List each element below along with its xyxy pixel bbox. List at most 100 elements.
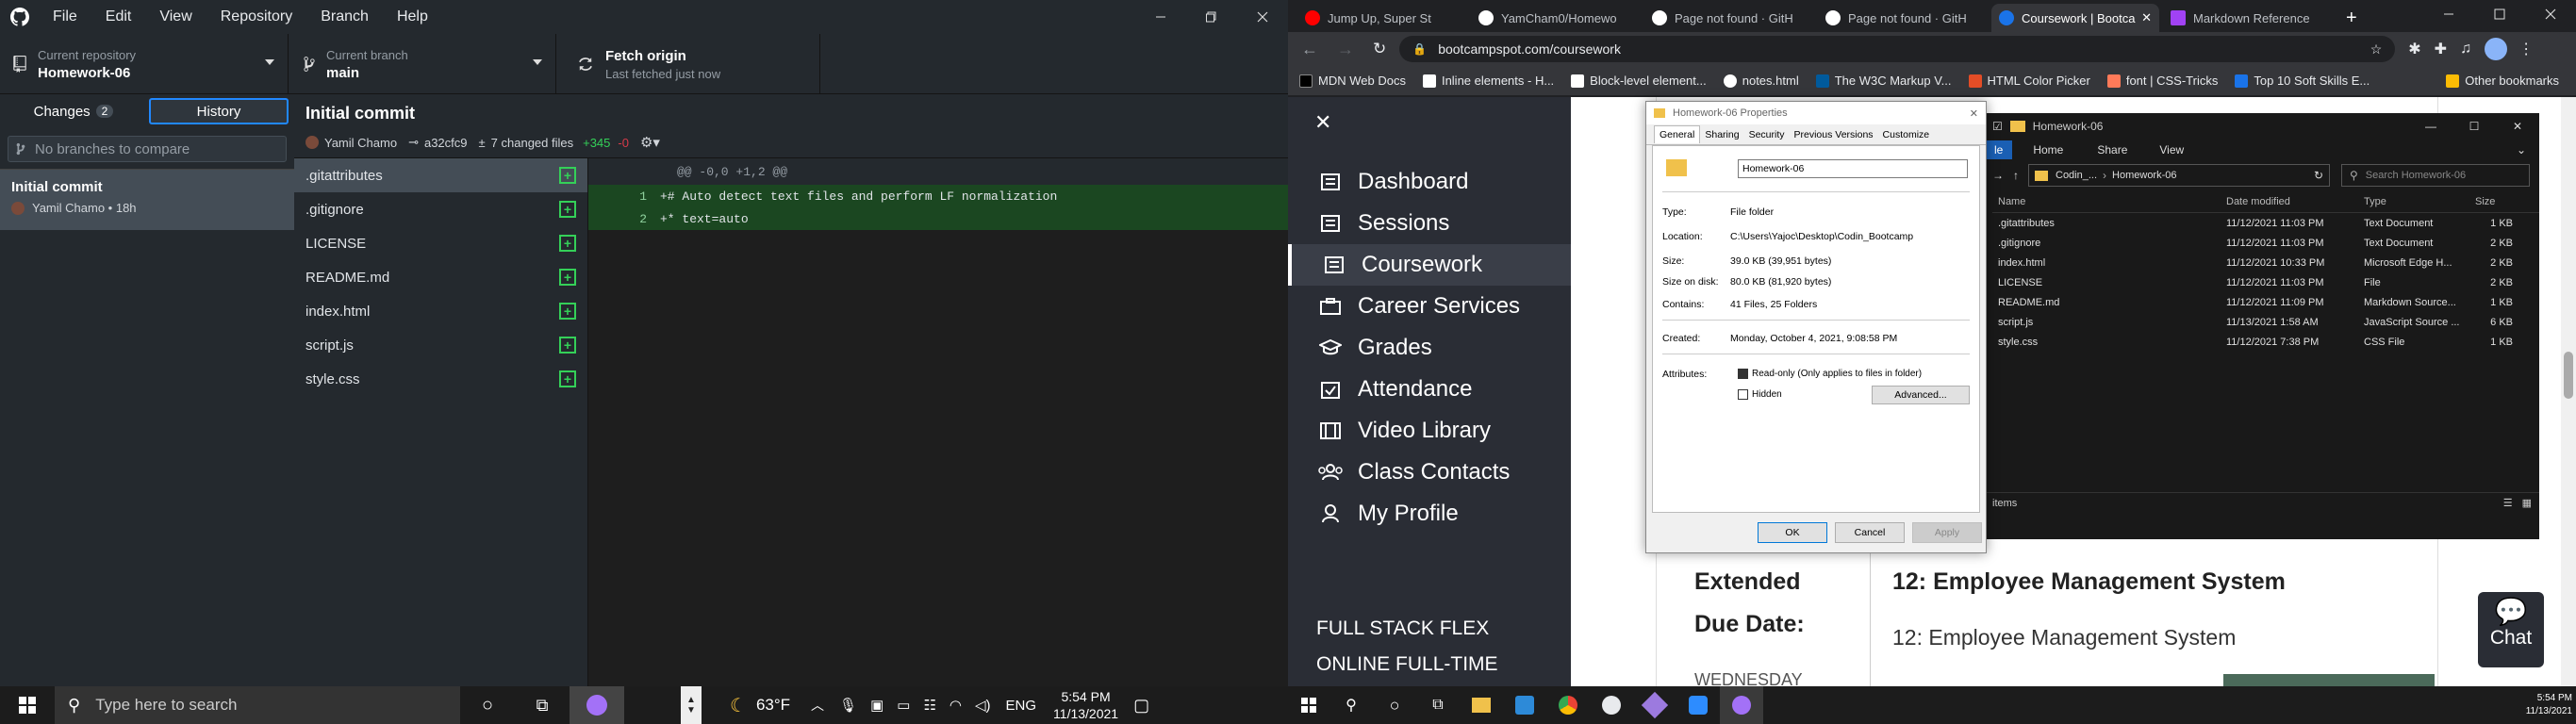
file-row[interactable]: script.js + [294,328,587,362]
chrome-taskbar-icon[interactable] [1546,696,1590,715]
extension-icon[interactable]: ✱ [2408,40,2420,58]
github-desktop-taskbar-icon[interactable] [1720,686,1763,724]
diff-line[interactable]: 1 +# Auto detect text files and perform … [588,185,1288,207]
ribbon-share[interactable]: Share [2097,143,2127,156]
menu-view[interactable]: View [159,8,191,25]
nav-my-profile[interactable]: My Profile [1288,493,1571,535]
file-row[interactable]: index.html + [294,294,587,328]
ribbon-home[interactable]: Home [2033,143,2063,156]
scroll-arrows-icon[interactable]: ▲ ▼ [681,686,702,724]
file-row[interactable]: style.css + [294,362,587,396]
windows-start-icon[interactable] [0,686,55,724]
nav-video-library[interactable]: Video Library [1288,410,1571,452]
file-row[interactable]: index.html 11/12/2021 10:33 PM Microsoft E… [1992,253,2539,272]
battery-icon[interactable]: ▭ [897,697,910,714]
nav-career-services[interactable]: Career Services [1288,286,1571,327]
meet-now-icon[interactable]: ▣ [870,697,883,714]
bookmark-item[interactable]: font | CSS-Tricks [2106,74,2218,88]
ribbon-view[interactable]: View [2159,143,2184,156]
col-type[interactable]: Type [2364,196,2475,207]
browser-tab[interactable]: YamCham0/Homewo [1471,4,1641,32]
cortana-icon[interactable]: ○ [460,686,515,724]
bookmark-item[interactable]: HTML Color Picker [1968,74,2090,88]
path-crumb-1[interactable]: Codin_... [2056,170,2097,181]
bookmark-item[interactable]: Top 10 Soft Skills E... [2235,74,2370,88]
file-row[interactable]: LICENSE 11/12/2021 11:03 PM File 2 KB [1992,272,2539,292]
extensions-puzzle-icon[interactable]: ✚ [2435,40,2447,58]
volume-icon[interactable]: ◁) [975,697,991,714]
browser-tab-active[interactable]: Coursework | Bootca ✕ [1991,4,2159,32]
chat-button[interactable]: 💬 Chat [2478,592,2544,667]
zoom-taskbar-icon[interactable] [1676,696,1720,715]
tab-security[interactable]: Security [1744,126,1790,143]
branch-selector[interactable]: Current branch main [289,34,556,94]
apply-button[interactable]: Apply [1912,522,1982,543]
browser-tab[interactable]: Page not found · GitH [1818,4,1988,32]
reload-icon[interactable]: ↻ [1373,40,1386,58]
menu-file[interactable]: File [53,8,77,25]
forward-icon[interactable]: → [1337,40,1354,59]
explorer-search[interactable]: ⚲ Search Homework-06 [2341,164,2530,187]
taskbar-search-box[interactable]: ⚲ Type here to search [55,686,460,724]
maximize-icon[interactable]: ☐ [2452,120,2496,133]
tab-customize[interactable]: Customize [1878,126,1935,143]
nav-dashboard[interactable]: Dashboard [1288,161,1571,203]
commit-item[interactable]: Initial commit Yamil Chamo • 18h [0,170,294,230]
tab-sharing[interactable]: Sharing [1700,126,1743,143]
bookmark-item[interactable]: Block-level element... [1571,74,1707,88]
maximize-icon[interactable] [2474,0,2525,28]
file-row[interactable]: .gitignore 11/12/2021 11:03 PM Text Docume… [1992,233,2539,253]
back-icon[interactable]: ← [1301,40,1318,59]
file-explorer-taskbar-icon[interactable] [1460,698,1503,713]
tab-changes[interactable]: Changes 2 [0,94,147,128]
diff-line[interactable]: 2 +* text=auto [588,207,1288,230]
profile-avatar[interactable] [2485,38,2508,60]
minimize-icon[interactable] [2423,0,2474,28]
col-date[interactable]: Date modified [2226,196,2364,207]
github-desktop-taskbar-icon[interactable] [570,686,624,724]
chevron-up-icon[interactable]: ︿ [811,696,824,715]
bookmark-item[interactable]: The W3C Markup V... [1815,74,1952,88]
network-icon[interactable]: ☷ [923,697,935,714]
cancel-button[interactable]: Cancel [1835,522,1905,543]
nav-class-contacts[interactable]: Class Contacts [1288,452,1571,493]
up-icon[interactable]: ↑ [2013,169,2019,182]
browser-tab[interactable]: Page not found · GitH [1644,4,1814,32]
ok-button[interactable]: OK [1758,522,1827,543]
bookmark-item[interactable]: MDN Web Docs [1299,74,1406,88]
search-icon[interactable]: ⚲ [1329,696,1373,715]
slack-taskbar-icon[interactable] [1590,696,1633,715]
tiles-view-icon[interactable]: ▦ [2522,497,2532,509]
task-view-icon[interactable]: ⧉ [515,686,570,724]
forward-icon[interactable]: → [1992,169,2004,182]
file-row[interactable]: .gitignore + [294,192,587,226]
new-tab-icon[interactable]: + [2338,4,2367,32]
menu-repository[interactable]: Repository [221,8,292,25]
repository-selector[interactable]: Current repository Homework-06 [0,34,289,94]
path-crumb-2[interactable]: Homework-06 [2112,170,2176,181]
clock[interactable]: 5:54 PM 11/13/2021 [2526,692,2572,718]
file-tab[interactable]: le [1985,140,2013,159]
col-name[interactable]: Name [1992,196,2226,207]
media-icon[interactable]: ♫ [2460,41,2471,58]
file-row[interactable]: .gitattributes 11/12/2021 11:03 PM Text Do… [1992,213,2539,233]
minimize-icon[interactable]: — [2409,120,2452,133]
app-taskbar-icon[interactable] [1633,691,1676,719]
details-view-icon[interactable]: ☰ [2503,497,2513,509]
notification-icon[interactable]: ▢ [1133,696,1149,716]
browser-tab[interactable]: Jump Up, Super St [1297,4,1467,32]
language-indicator[interactable]: ENG [1006,698,1037,714]
folder-name-input[interactable]: Homework-06 [1738,159,1968,178]
file-row[interactable]: README.md 11/12/2021 11:09 PM Markdown Sou… [1992,292,2539,312]
readonly-checkbox[interactable]: Read-only (Only applies to files in fold… [1738,369,1922,379]
kebab-menu-icon[interactable]: ⋮ [2518,40,2534,58]
tab-previous-versions[interactable]: Previous Versions [1790,126,1878,143]
commit-sha[interactable]: a32cfc9 [424,136,468,150]
col-size[interactable]: Size [2475,196,2522,207]
branch-compare-input[interactable]: No branches to compare [8,136,287,162]
weather-temp[interactable]: 63°F [756,696,790,715]
close-tab-icon[interactable]: ✕ [2141,10,2152,25]
gear-icon[interactable]: ⚙▾ [640,134,660,151]
task-view-icon[interactable]: ⧉ [1416,697,1460,714]
minimize-icon[interactable] [1135,0,1186,34]
